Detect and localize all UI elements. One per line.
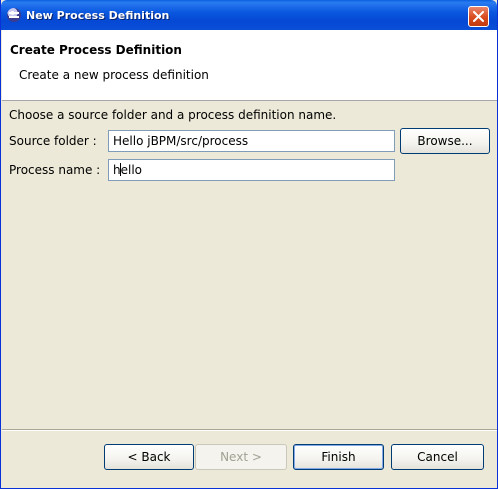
source-folder-input[interactable]: Hello jBPM/src/process <box>108 130 395 152</box>
source-folder-label: Source folder : <box>9 134 97 148</box>
process-name-label: Process name : <box>9 163 101 177</box>
source-folder-value: Hello jBPM/src/process <box>113 134 249 148</box>
process-name-value-end: ello <box>120 163 143 177</box>
eclipse-icon <box>7 8 21 22</box>
back-button-label: < Back <box>127 450 171 464</box>
cancel-button-label: Cancel <box>417 450 458 464</box>
browse-button[interactable]: Browse... <box>400 128 490 154</box>
close-button[interactable] <box>468 6 489 27</box>
page-description: Create a new process definition <box>19 68 209 82</box>
title-bar[interactable]: New Process Definition <box>1 0 497 30</box>
browse-button-label: Browse... <box>417 134 473 148</box>
close-icon <box>473 11 484 22</box>
dialog-window: New Process Definition Create Process De… <box>0 0 498 489</box>
cancel-button[interactable]: Cancel <box>391 444 484 470</box>
next-button[interactable]: Next > <box>195 444 287 470</box>
page-title: Create Process Definition <box>10 43 182 57</box>
finish-button-label: Finish <box>321 450 356 464</box>
footer-separator <box>2 429 497 431</box>
finish-button[interactable]: Finish <box>293 444 384 470</box>
process-name-input[interactable]: hello <box>108 159 395 181</box>
back-button[interactable]: < Back <box>104 444 194 470</box>
next-button-label: Next > <box>220 450 262 464</box>
window-title: New Process Definition <box>26 9 170 22</box>
wizard-header: Create Process Definition Create a new p… <box>2 30 497 101</box>
instruction-text: Choose a source folder and a process def… <box>9 108 337 122</box>
